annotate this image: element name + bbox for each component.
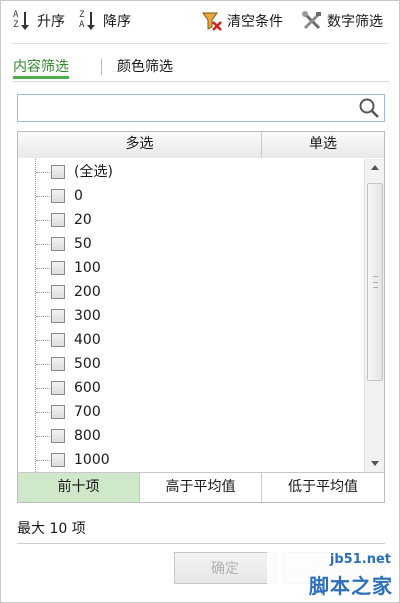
item-label: 700 xyxy=(74,404,101,420)
tab-content-filter[interactable]: 内容筛选 xyxy=(13,55,69,79)
tabs-underline xyxy=(13,81,389,82)
item-label: (全选) xyxy=(74,164,113,180)
list-item[interactable]: 50 xyxy=(18,232,358,256)
value-list: 多选 单选 (全选) 0 20 50 100 200 300 400 500 600 700 800 1… xyxy=(17,131,385,503)
quick-filter-bar: 前十项 高于平均值 低于平均值 xyxy=(18,472,384,502)
tree-connector xyxy=(36,364,50,365)
item-label: 200 xyxy=(74,284,101,300)
tree-connector xyxy=(36,268,50,269)
grip-icon xyxy=(373,276,378,288)
item-label: 20 xyxy=(74,212,92,228)
scroll-up-arrow[interactable] xyxy=(365,159,385,177)
search-icon[interactable] xyxy=(358,97,380,119)
tree-connector xyxy=(36,436,50,437)
number-filter-label: 数字筛选 xyxy=(327,14,383,30)
sort-descending-button[interactable]: ZA 降序 xyxy=(79,9,131,33)
tree-connector xyxy=(36,412,50,413)
item-label: 100 xyxy=(74,260,101,276)
list-header: 多选 单选 xyxy=(18,132,384,158)
item-checkbox[interactable] xyxy=(51,285,65,299)
status-text: 最大 10 项 xyxy=(17,521,86,537)
scroll-thumb[interactable] xyxy=(367,183,383,381)
list-item[interactable]: 100 xyxy=(18,256,358,280)
watermark: jb51.net 脚本之家 xyxy=(267,550,397,600)
tree-connector xyxy=(36,196,50,197)
item-checkbox[interactable] xyxy=(51,261,65,275)
scroll-down-arrow[interactable] xyxy=(365,454,385,472)
list-item[interactable]: 400 xyxy=(18,328,358,352)
item-label: 600 xyxy=(74,380,101,396)
sort-ascending-button[interactable]: AZ 升序 xyxy=(13,9,65,33)
list-item[interactable]: (全选) xyxy=(18,160,358,184)
item-checkbox[interactable] xyxy=(51,309,65,323)
clear-conditions-label: 清空条件 xyxy=(227,14,283,30)
list-item[interactable]: 600 xyxy=(18,376,358,400)
below-average-button[interactable]: 低于平均值 xyxy=(262,473,384,502)
tools-icon xyxy=(301,10,323,32)
list-item[interactable]: 300 xyxy=(18,304,358,328)
above-average-button[interactable]: 高于平均值 xyxy=(140,473,262,502)
sort-ascending-icon: AZ xyxy=(13,10,33,32)
item-label: 300 xyxy=(74,308,101,324)
list-item[interactable]: 0 xyxy=(18,184,358,208)
tree-connector xyxy=(36,220,50,221)
sort-descending-label: 降序 xyxy=(103,14,131,30)
list-item[interactable]: 20 xyxy=(18,208,358,232)
sort-ascending-label: 升序 xyxy=(37,14,65,30)
value-items: (全选) 0 20 50 100 200 300 400 500 600 700 800 1000 xyxy=(18,159,364,472)
item-checkbox[interactable] xyxy=(51,237,65,251)
watermark-title: 脚本之家 xyxy=(309,574,393,598)
item-checkbox[interactable] xyxy=(51,405,65,419)
item-label: 50 xyxy=(74,236,92,252)
tab-separator xyxy=(101,59,102,75)
item-label: 1000 xyxy=(74,452,110,468)
item-label: 500 xyxy=(74,356,101,372)
tree-connector xyxy=(36,172,50,173)
tree-connector xyxy=(36,292,50,293)
item-checkbox[interactable] xyxy=(51,357,65,371)
list-item[interactable]: 700 xyxy=(18,400,358,424)
tree-connector xyxy=(36,460,50,461)
list-item[interactable]: 500 xyxy=(18,352,358,376)
toolbar-divider xyxy=(11,43,389,44)
multi-select-tab[interactable]: 多选 xyxy=(18,132,262,158)
sort-descending-icon: ZA xyxy=(79,10,99,32)
list-item[interactable]: 1000 xyxy=(18,448,358,472)
tab-color-filter[interactable]: 颜色筛选 xyxy=(117,55,173,79)
clear-conditions-button[interactable]: 清空条件 xyxy=(201,9,283,33)
item-checkbox[interactable] xyxy=(51,165,65,179)
tree-connector xyxy=(36,316,50,317)
item-checkbox[interactable] xyxy=(51,429,65,443)
item-checkbox[interactable] xyxy=(51,333,65,347)
footer-divider xyxy=(17,543,385,544)
item-checkbox[interactable] xyxy=(51,381,65,395)
tree-connector xyxy=(36,340,50,341)
item-checkbox[interactable] xyxy=(51,213,65,227)
tree-connector xyxy=(36,388,50,389)
top-ten-button[interactable]: 前十项 xyxy=(18,473,140,502)
search-input[interactable] xyxy=(22,98,352,118)
search-box xyxy=(17,94,385,122)
list-item[interactable]: 200 xyxy=(18,280,358,304)
ok-button[interactable]: 确定 xyxy=(174,552,276,584)
list-item[interactable]: 800 xyxy=(18,424,358,448)
item-label: 0 xyxy=(74,188,83,204)
item-checkbox[interactable] xyxy=(51,189,65,203)
item-label: 800 xyxy=(74,428,101,444)
watermark-url: jb51.net xyxy=(329,552,391,567)
toolbar: AZ 升序 ZA 降序 清空条件 数字筛选 xyxy=(1,1,399,41)
filter-tabs: 内容筛选 颜色筛选 xyxy=(13,55,389,81)
item-checkbox[interactable] xyxy=(51,453,65,467)
item-label: 400 xyxy=(74,332,101,348)
vertical-scrollbar[interactable] xyxy=(364,159,384,472)
number-filter-button[interactable]: 数字筛选 xyxy=(301,9,383,33)
tree-connector xyxy=(36,244,50,245)
filter-panel: AZ 升序 ZA 降序 清空条件 数字筛选 内容筛选 颜色筛选 多选 单选 (全… xyxy=(0,0,400,603)
single-select-tab[interactable]: 单选 xyxy=(262,132,384,158)
clear-filter-icon xyxy=(201,10,223,32)
